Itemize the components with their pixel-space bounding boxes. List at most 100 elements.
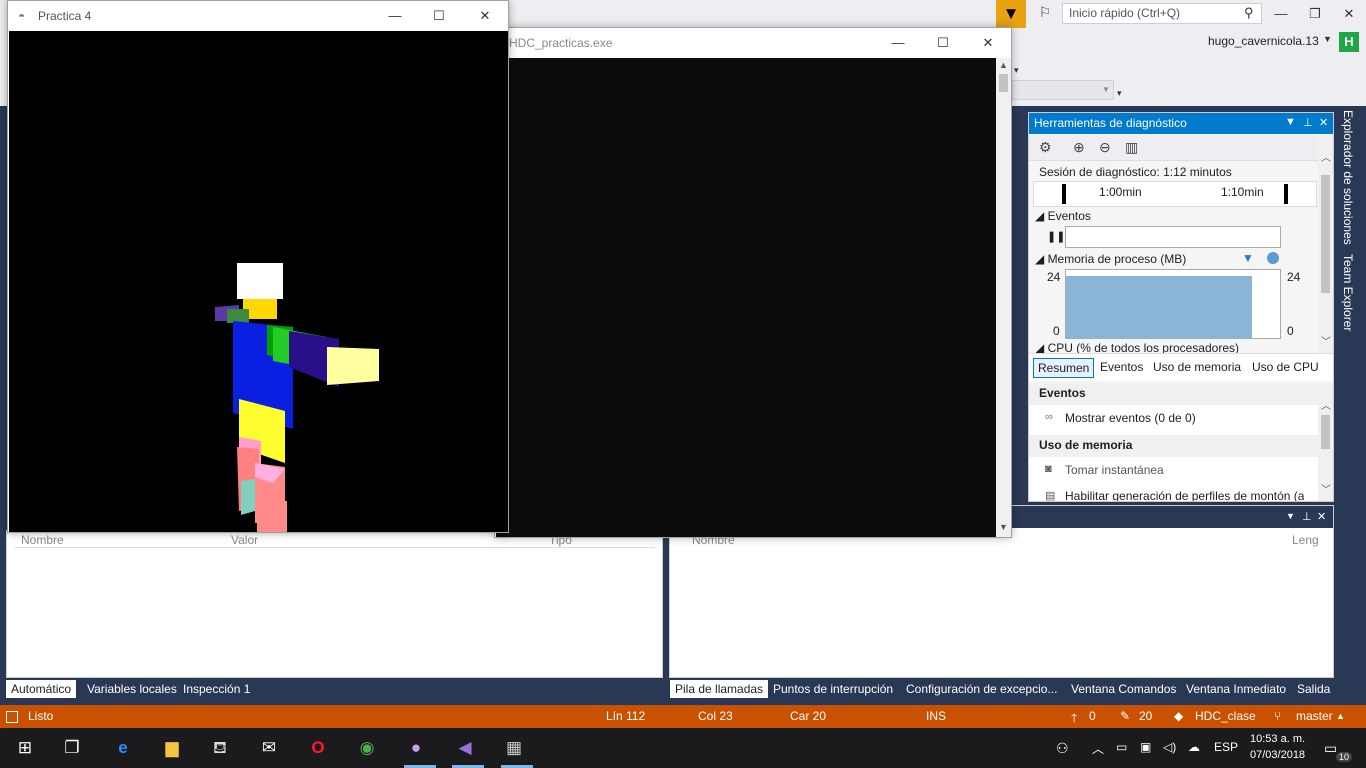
repo-icon[interactable]: ◆ xyxy=(1174,709,1183,723)
tab-team-explorer[interactable]: Team Explorer xyxy=(1341,254,1355,331)
chrome-icon[interactable]: ◉ xyxy=(354,736,380,760)
chevron-up-icon[interactable]: ︿ xyxy=(1092,740,1104,757)
quick-launch-input[interactable]: Inicio rápido (Ctrl+Q) xyxy=(1062,3,1262,24)
scroll-thumb[interactable] xyxy=(999,74,1008,92)
gear-icon[interactable]: ⚙ xyxy=(1039,139,1052,156)
onedrive-icon[interactable]: ☁ xyxy=(1188,740,1200,754)
tab-uso-de-memoria[interactable]: Uso de memoria xyxy=(1149,358,1245,376)
branch-icon[interactable]: ⑂ xyxy=(1274,709,1281,723)
people-icon[interactable]: ⚇ xyxy=(1056,740,1069,757)
file-explorer-icon[interactable]: ▆ xyxy=(159,736,185,760)
tab-salida[interactable]: Salida xyxy=(1292,680,1335,698)
diag-scrollbar[interactable]: ︿ ﹀ xyxy=(1318,135,1333,353)
feedback-icon[interactable]: ⚐ xyxy=(1034,4,1056,24)
pencil-icon[interactable]: ✎ xyxy=(1120,709,1130,723)
opengl-viewport[interactable] xyxy=(9,31,508,532)
chart-icon[interactable]: ▥ xyxy=(1125,139,1138,156)
tab-automatico[interactable]: Automático xyxy=(6,680,77,698)
language-indicator[interactable]: ESP xyxy=(1214,740,1238,754)
tab-variables-locales[interactable]: Variables locales xyxy=(82,680,182,698)
filter-icon[interactable]: ▼ xyxy=(996,0,1026,28)
vs-minimize-button[interactable]: — xyxy=(1268,1,1294,27)
console-window[interactable]: HDC_practicas.exe — ☐ ✕ ▲ ▼ xyxy=(494,27,1012,538)
zoom-in-icon[interactable]: ⊕ xyxy=(1073,139,1085,156)
clock-date[interactable]: 07/03/2018 xyxy=(1250,749,1305,761)
scroll-down-icon[interactable]: ▼ xyxy=(999,522,1008,532)
practica-close-button[interactable]: ✕ xyxy=(472,3,498,29)
tab-ventana-inmediato[interactable]: Ventana Inmediato xyxy=(1181,680,1291,698)
visual-studio-icon[interactable]: ◀ xyxy=(452,736,478,760)
zoom-out-icon[interactable]: ⊖ xyxy=(1099,139,1111,156)
tab-puntos-de-interrupcion[interactable]: Puntos de interrupción xyxy=(768,680,898,698)
chevron-up-icon[interactable]: ▲ xyxy=(1336,711,1345,721)
console-output[interactable] xyxy=(496,58,996,537)
heap-profile-checkbox[interactable]: Habilitar generación de perfiles de mont… xyxy=(1065,489,1304,501)
practica-minimize-button[interactable]: — xyxy=(382,3,408,29)
close-icon[interactable]: ✕ xyxy=(1319,116,1328,129)
tab-inspeccion-1[interactable]: Inspección 1 xyxy=(178,680,255,698)
chevron-down-icon[interactable]: ▼ xyxy=(1286,511,1295,521)
vs-restore-button[interactable]: ❐ xyxy=(1302,1,1328,27)
timeline-ruler[interactable] xyxy=(1033,181,1317,207)
console-maximize-button[interactable]: ☐ xyxy=(930,30,956,56)
changes-count[interactable]: 20 xyxy=(1139,709,1152,723)
practica-maximize-button[interactable]: ☐ xyxy=(426,3,452,29)
take-snapshot-button[interactable]: Tomar instantánea xyxy=(1065,463,1164,477)
tab-pila-de-llamadas[interactable]: Pila de llamadas xyxy=(670,680,769,698)
timeline-marker[interactable] xyxy=(1062,184,1066,204)
chevron-up-icon[interactable]: ︿ xyxy=(1321,149,1331,164)
volume-icon[interactable]: ◁) xyxy=(1163,740,1176,754)
github-icon[interactable]: ● xyxy=(403,736,429,760)
arrow-up-icon[interactable]: 🡑 xyxy=(1071,709,1077,730)
toolbar-overflow-icon[interactable]: ▾ xyxy=(1117,88,1122,99)
chevron-down-icon[interactable]: ﹀ xyxy=(1321,481,1331,496)
chevron-down-icon[interactable]: ﹀ xyxy=(1321,333,1331,348)
console-close-button[interactable]: ✕ xyxy=(975,30,1001,56)
store-icon[interactable]: ⛾ xyxy=(207,736,233,760)
tab-eventos[interactable]: Eventos xyxy=(1096,358,1147,376)
clock-time[interactable]: 10:53 a. m. xyxy=(1250,733,1305,745)
pin-icon[interactable]: ⊥ xyxy=(1303,116,1313,129)
column-header-nombre[interactable]: Nombre xyxy=(21,533,64,547)
opera-icon[interactable]: O xyxy=(305,736,331,760)
diagnostic-tools-panel[interactable]: Herramientas de diagnóstico ▼ ⊥ ✕ ⚙ ⊕ ⊖ … xyxy=(1028,112,1334,502)
search-icon[interactable]: ⚲ xyxy=(1244,5,1254,21)
close-icon[interactable]: ✕ xyxy=(1317,510,1326,523)
scroll-thumb[interactable] xyxy=(1321,415,1330,449)
memory-chart[interactable] xyxy=(1065,269,1281,339)
tab-configuracion-excepciones[interactable]: Configuración de excepcio... xyxy=(901,680,1062,698)
toolbar-dropdown[interactable] xyxy=(1012,80,1114,100)
console-app-icon[interactable]: ▦ xyxy=(501,736,527,760)
practica-window[interactable]: ◓ Practica 4 — ☐ ✕ xyxy=(7,0,509,533)
tab-ventana-comandos[interactable]: Ventana Comandos xyxy=(1066,680,1181,698)
power-icon[interactable]: ▭ xyxy=(1116,740,1127,754)
show-events-link[interactable]: Mostrar eventos (0 de 0) xyxy=(1065,411,1196,425)
branch-name[interactable]: master xyxy=(1296,709,1333,723)
windows-start-icon[interactable]: ⊞ xyxy=(12,736,38,760)
push-count[interactable]: 0 xyxy=(1089,709,1096,723)
scroll-up-icon[interactable]: ▲ xyxy=(999,60,1008,70)
vs-close-button[interactable]: ✕ xyxy=(1336,1,1362,27)
pause-icon[interactable]: ❚❚ xyxy=(1047,230,1065,243)
chevron-down-icon[interactable]: ▼ xyxy=(1323,34,1332,44)
network-icon[interactable]: ▣ xyxy=(1140,740,1151,754)
edge-icon[interactable]: e xyxy=(110,736,136,760)
column-header-lenguaje[interactable]: Leng xyxy=(1292,533,1319,547)
column-header-valor[interactable]: Valor xyxy=(231,533,258,547)
timeline-marker[interactable] xyxy=(1284,184,1288,204)
scroll-thumb[interactable] xyxy=(1321,175,1330,293)
avatar[interactable]: H xyxy=(1339,32,1359,52)
events-track[interactable] xyxy=(1065,226,1281,248)
mail-icon[interactable]: ✉ xyxy=(256,736,282,760)
task-view-icon[interactable]: ❐ xyxy=(59,736,85,760)
user-name[interactable]: hugo_cavernicola.13 xyxy=(1208,34,1319,48)
notification-icon[interactable]: ▭ xyxy=(1324,740,1337,757)
diag-lower-scrollbar[interactable]: ︿ ﹀ xyxy=(1318,383,1333,501)
chevron-down-icon[interactable]: ▼ xyxy=(1285,116,1296,128)
console-minimize-button[interactable]: — xyxy=(885,30,911,56)
toolbar-overflow-icon[interactable]: ▾ xyxy=(1014,65,1019,76)
chevron-up-icon[interactable]: ︿ xyxy=(1321,397,1331,412)
repo-name[interactable]: HDC_clase xyxy=(1195,709,1256,723)
tab-solution-explorer[interactable]: Explorador de soluciones xyxy=(1341,110,1355,245)
autos-panel[interactable]: Nombre Valor Tipo xyxy=(6,530,663,678)
